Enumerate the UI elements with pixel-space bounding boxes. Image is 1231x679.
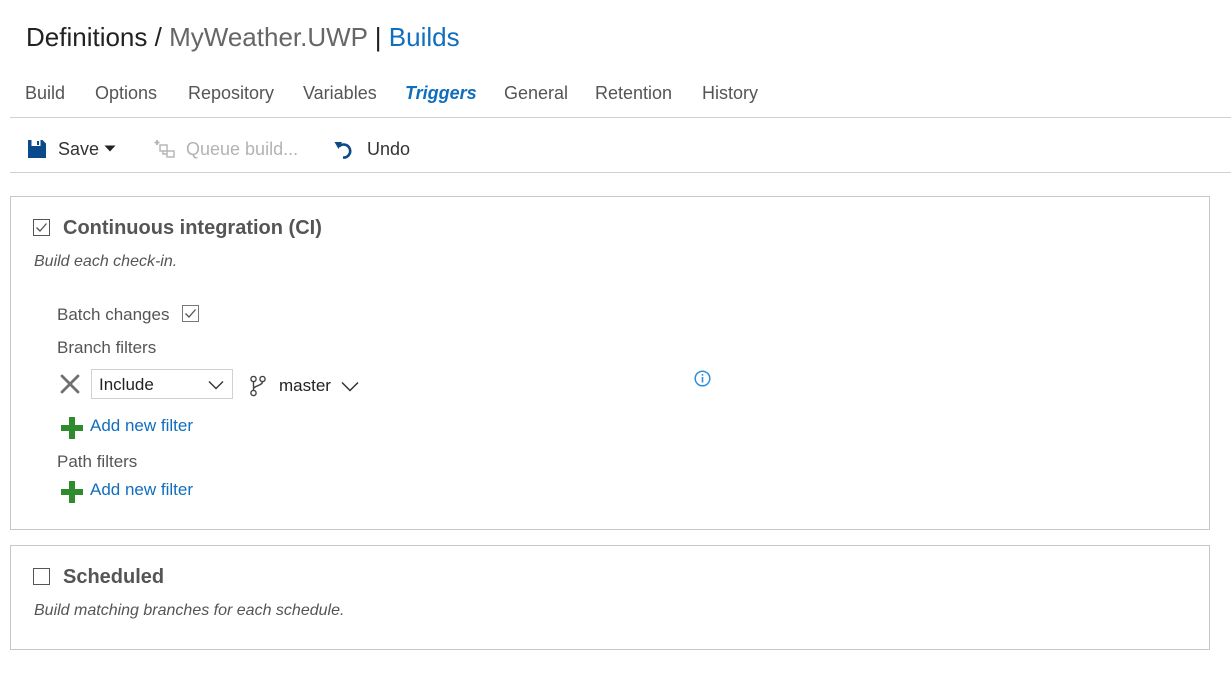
tab-variables[interactable]: Variables: [303, 80, 377, 106]
filter-type-select[interactable]: Include: [91, 369, 233, 399]
checkmark-icon: [185, 309, 196, 318]
tabs-divider: [10, 117, 1231, 118]
save-button[interactable]: Save: [27, 136, 116, 162]
tab-repository[interactable]: Repository: [188, 80, 274, 106]
tab-general[interactable]: General: [504, 80, 568, 106]
branch-value: master: [279, 376, 331, 395]
builds-link[interactable]: Builds: [389, 22, 460, 52]
ci-checkbox[interactable]: [33, 219, 50, 236]
definition-name: MyWeather.UWP: [169, 22, 368, 52]
title-pipe: |: [374, 22, 382, 52]
branch-filters-label: Branch filters: [57, 338, 157, 357]
filter-type-value: Include: [99, 375, 154, 394]
batch-changes-label: Batch changes: [57, 305, 170, 324]
ci-panel: Continuous integration (CI) Build each c…: [10, 196, 1210, 530]
queue-build-label: Queue build...: [186, 138, 299, 159]
undo-button[interactable]: Undo: [334, 136, 410, 162]
path-filters-label: Path filters: [57, 452, 138, 471]
info-icon[interactable]: [694, 370, 711, 387]
tab-build[interactable]: Build: [25, 80, 65, 106]
chevron-down-icon: [104, 145, 116, 152]
close-icon[interactable]: [60, 374, 80, 394]
plus-icon: [61, 481, 83, 503]
ci-title: Continuous integration (CI): [63, 217, 322, 239]
branch-selector[interactable]: master: [279, 376, 359, 398]
add-path-filter-link[interactable]: Add new filter: [90, 480, 193, 500]
save-label: Save: [58, 138, 100, 159]
scheduled-panel: Scheduled Build matching branches for ea…: [10, 545, 1210, 650]
tab-history[interactable]: History: [702, 80, 758, 106]
chevron-down-icon: [341, 382, 359, 392]
scheduled-description: Build matching branches for each schedul…: [34, 602, 345, 619]
scheduled-checkbox[interactable]: [33, 568, 50, 585]
git-branch-icon: [250, 375, 266, 397]
scheduled-title: Scheduled: [63, 566, 165, 588]
chevron-down-icon: [208, 381, 224, 390]
tab-triggers[interactable]: Triggers: [405, 80, 477, 106]
undo-icon: [334, 142, 352, 159]
save-icon: [28, 140, 46, 158]
batch-changes-checkbox[interactable]: [182, 305, 199, 322]
tab-options[interactable]: Options: [95, 80, 157, 106]
ci-description: Build each check-in.: [34, 253, 178, 270]
breadcrumb-separator: /: [154, 22, 162, 52]
checkmark-icon: [36, 223, 47, 232]
plus-icon: [61, 417, 83, 439]
undo-label: Undo: [367, 138, 411, 159]
toolbar-divider: [10, 172, 1231, 173]
add-branch-filter-link[interactable]: Add new filter: [90, 416, 193, 436]
queue-build-icon: [154, 140, 175, 158]
page-title: Definitions / MyWeather.UWP | Builds: [26, 20, 460, 54]
tab-retention[interactable]: Retention: [595, 80, 672, 106]
queue-build-button[interactable]: Queue build...: [154, 136, 298, 162]
breadcrumb-definitions[interactable]: Definitions: [26, 22, 147, 52]
